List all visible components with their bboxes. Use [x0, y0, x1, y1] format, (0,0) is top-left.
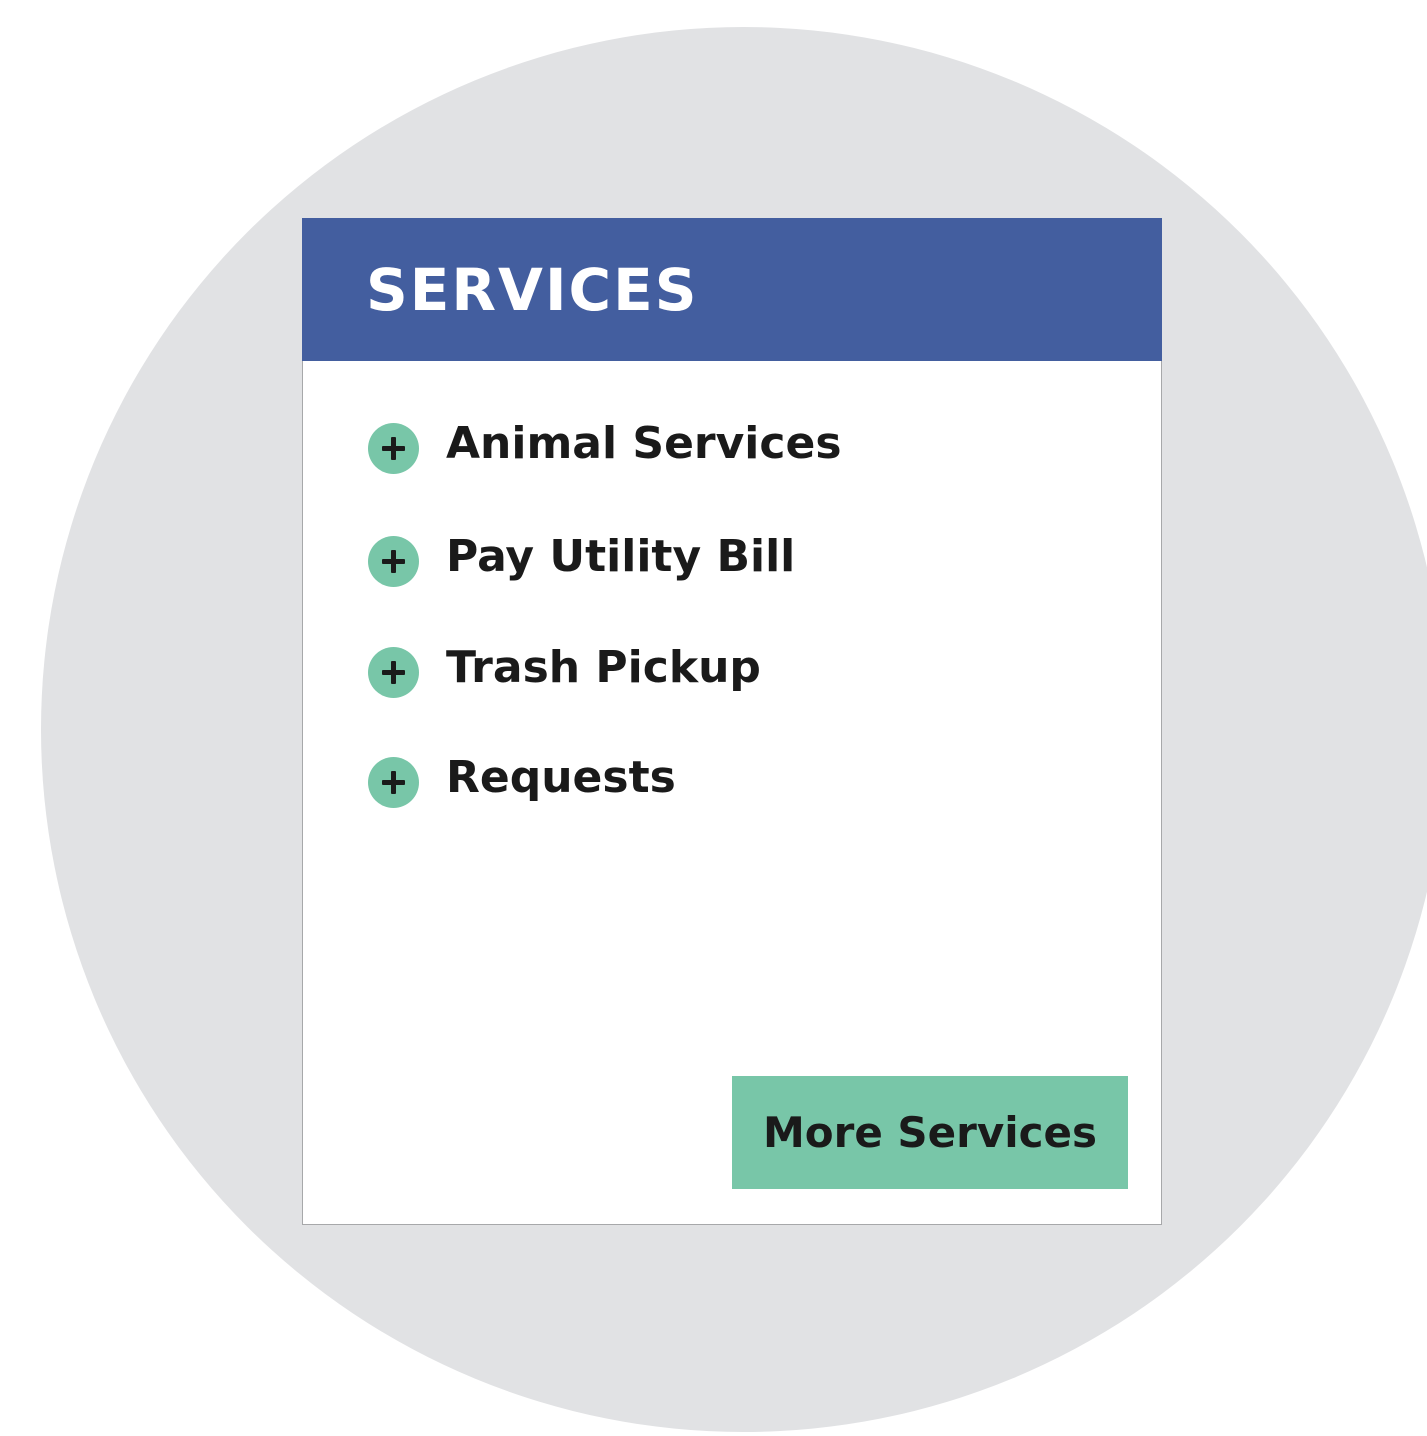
service-item-trash-pickup[interactable]: Trash Pickup: [368, 642, 761, 698]
service-label[interactable]: Pay Utility Bill: [446, 531, 795, 583]
more-services-button[interactable]: More Services: [732, 1076, 1128, 1189]
card-header: SERVICES: [302, 218, 1162, 361]
service-label[interactable]: Requests: [446, 752, 676, 804]
service-item-pay-utility-bill[interactable]: Pay Utility Bill: [368, 531, 795, 587]
plus-circle-icon[interactable]: [368, 422, 419, 474]
services-card: SERVICES Animal Services Pay Utility Bil…: [302, 218, 1162, 1225]
service-label[interactable]: Trash Pickup: [446, 642, 761, 694]
service-item-requests[interactable]: Requests: [368, 752, 676, 808]
service-item-animal-services[interactable]: Animal Services: [368, 418, 842, 474]
service-label[interactable]: Animal Services: [446, 418, 842, 470]
card-title: SERVICES: [366, 256, 699, 324]
plus-circle-icon[interactable]: [368, 646, 419, 698]
plus-circle-icon[interactable]: [368, 756, 419, 808]
plus-circle-icon[interactable]: [368, 535, 419, 587]
